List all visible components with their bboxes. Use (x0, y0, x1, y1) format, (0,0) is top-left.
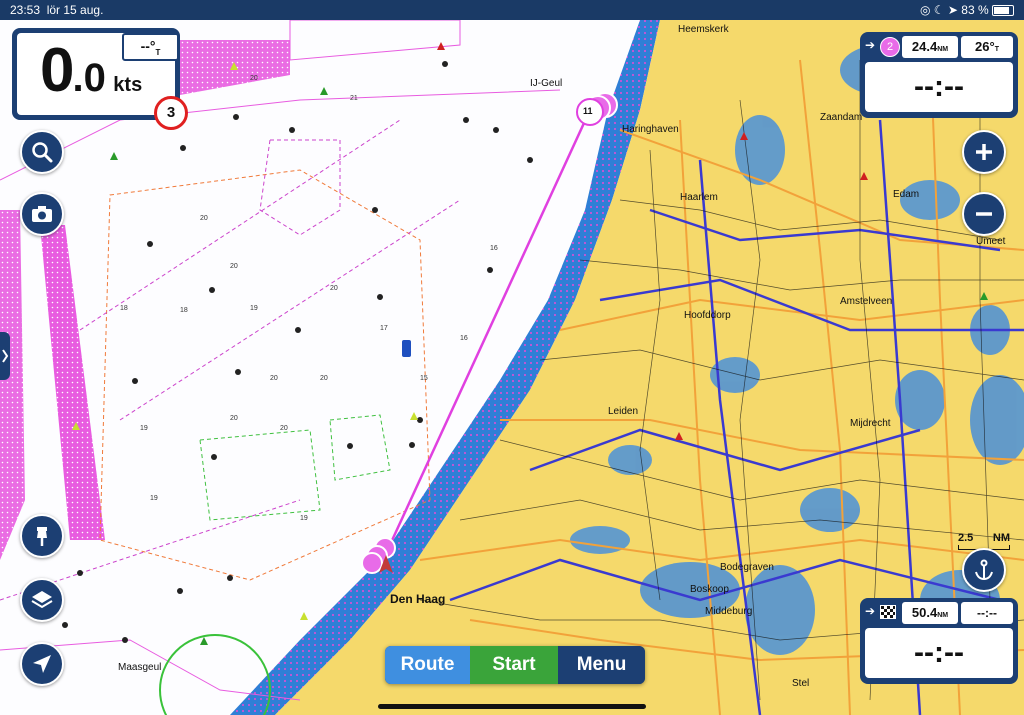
map-label-den-haag: Den Haag (390, 592, 446, 606)
svg-text:19: 19 (150, 495, 158, 502)
nav-waypoint-panel[interactable]: ➔ 2 24.4NM 26°T --:-- (860, 32, 1018, 118)
battery-icon (992, 5, 1014, 17)
search-button[interactable] (20, 130, 64, 174)
svg-text:20: 20 (270, 375, 278, 382)
svg-text:16: 16 (490, 245, 498, 252)
zoom-out-button[interactable] (962, 192, 1006, 236)
layers-icon (31, 591, 53, 609)
zoom-out-icon (976, 212, 992, 216)
location-arrow-icon (33, 655, 51, 673)
start-button[interactable]: Start (470, 646, 558, 684)
route-button[interactable]: Route (385, 646, 470, 684)
svg-text:16: 16 (460, 335, 468, 342)
svg-text:19: 19 (300, 515, 308, 522)
camera-icon (32, 206, 52, 222)
alert-count: 3 (166, 104, 176, 121)
scale-unit: NM (992, 532, 1010, 544)
anchor-button[interactable] (962, 548, 1006, 592)
anchor-icon (975, 559, 993, 581)
destination-distance-value: 50.4 (911, 605, 938, 620)
destination-arrow-icon: ➔ (865, 604, 876, 618)
scale-value: 2.5 (958, 532, 974, 544)
finish-flag-icon (880, 605, 896, 619)
waypoint-bearing-value: 26° (975, 39, 995, 54)
location-icon: ➤ (947, 3, 958, 17)
destination-eta: --:-- (961, 602, 1013, 624)
layers-button[interactable] (20, 578, 64, 622)
side-panel-toggle[interactable] (0, 332, 10, 380)
waypoint-number-badge: 2 (880, 37, 900, 57)
heading-value: --° (140, 38, 156, 54)
map-label-ijgeul: IJ-Geul (530, 78, 563, 89)
svg-text:21: 21 (350, 95, 358, 102)
destination-big-value: --:-- (865, 628, 1013, 678)
menu-button[interactable]: Menu (558, 646, 645, 684)
map-label-stel: Stel (792, 678, 810, 689)
speed-unit: kts (113, 74, 143, 96)
svg-text:20: 20 (330, 285, 338, 292)
chevron-right-icon (2, 349, 9, 363)
map-label-heemskerk: Heemskerk (678, 24, 729, 35)
alert-badge[interactable]: 3 (154, 96, 188, 130)
status-bar: 23:53 lör 15 aug. ◎ ☾ ➤ 83 % (0, 0, 1024, 20)
status-time: 23:53 (10, 3, 41, 17)
waypoint-bearing: 26°T (961, 36, 1013, 58)
battery-percent: 83 % (961, 3, 989, 17)
svg-text:20: 20 (280, 425, 288, 432)
map-label-middeburg: Middeburg (705, 606, 753, 617)
svg-text:19: 19 (250, 305, 258, 312)
map-label-hoofddorp: Hoofddorp (684, 310, 731, 321)
map-label-boskoop: Boskoop (690, 584, 729, 595)
waypoint-big-value: --:-- (865, 62, 1013, 112)
locate-button[interactable] (20, 642, 64, 686)
svg-text:19: 19 (140, 425, 148, 432)
speed-dec: .0 (72, 56, 106, 100)
map-label-haringhaven: Haringhaven (622, 124, 679, 135)
svg-text:20: 20 (200, 215, 208, 222)
waypoint-distance-value: 24.4 (911, 39, 938, 54)
destination-distance-unit: NM (937, 612, 949, 619)
route-waypoint-label[interactable]: 11 (583, 106, 593, 116)
svg-text:15: 15 (420, 375, 428, 382)
map-label-bodegraven: Bodegraven (720, 562, 774, 573)
status-date: lör 15 aug. (46, 3, 104, 17)
svg-text:20: 20 (320, 375, 328, 382)
zoom-in-icon (976, 144, 992, 160)
moon-icon: ☾ (933, 3, 945, 17)
home-indicator (378, 704, 646, 709)
heading-suffix: T (155, 47, 161, 57)
svg-text:18: 18 (180, 307, 188, 314)
map-label-umeet: Umeet (976, 236, 1006, 247)
bottom-action-bar: Route Start Menu (385, 646, 645, 684)
map-label-zaandam: Zaandam (820, 112, 863, 123)
pin-icon (37, 527, 47, 546)
nav-destination-panel[interactable]: ➔ 50.4NM --:-- --:-- (860, 598, 1018, 684)
map-label-haarlem: Haarlem (680, 192, 718, 203)
map-label-edam: Edam (893, 189, 920, 200)
svg-text:17: 17 (380, 325, 388, 332)
speed-int: 0 (40, 36, 75, 105)
waypoint-arrow-icon: ➔ (865, 38, 876, 52)
waypoint-distance-unit: NM (937, 46, 949, 53)
wifi-icon: ◎ (919, 3, 931, 17)
camera-button[interactable] (20, 192, 64, 236)
svg-text:20: 20 (230, 263, 238, 270)
map-label-amstelveen: Amstelveen (840, 296, 893, 307)
map-label-maasgeul: Maasgeul (118, 662, 162, 673)
svg-text:18: 18 (120, 305, 128, 312)
svg-text:20: 20 (250, 75, 258, 82)
destination-distance: 50.4NM (902, 602, 958, 624)
speed-value: 0.0 kts (40, 40, 142, 102)
map-label-leiden: Leiden (608, 406, 639, 417)
waypoint-distance: 24.4NM (902, 36, 958, 58)
svg-text:20: 20 (230, 415, 238, 422)
pin-button[interactable] (20, 514, 64, 558)
search-icon (32, 142, 53, 163)
zoom-in-button[interactable] (962, 130, 1006, 174)
waypoint-bearing-suffix: T (994, 46, 999, 53)
map-label-mijdrecht: Mijdrecht (850, 418, 891, 429)
